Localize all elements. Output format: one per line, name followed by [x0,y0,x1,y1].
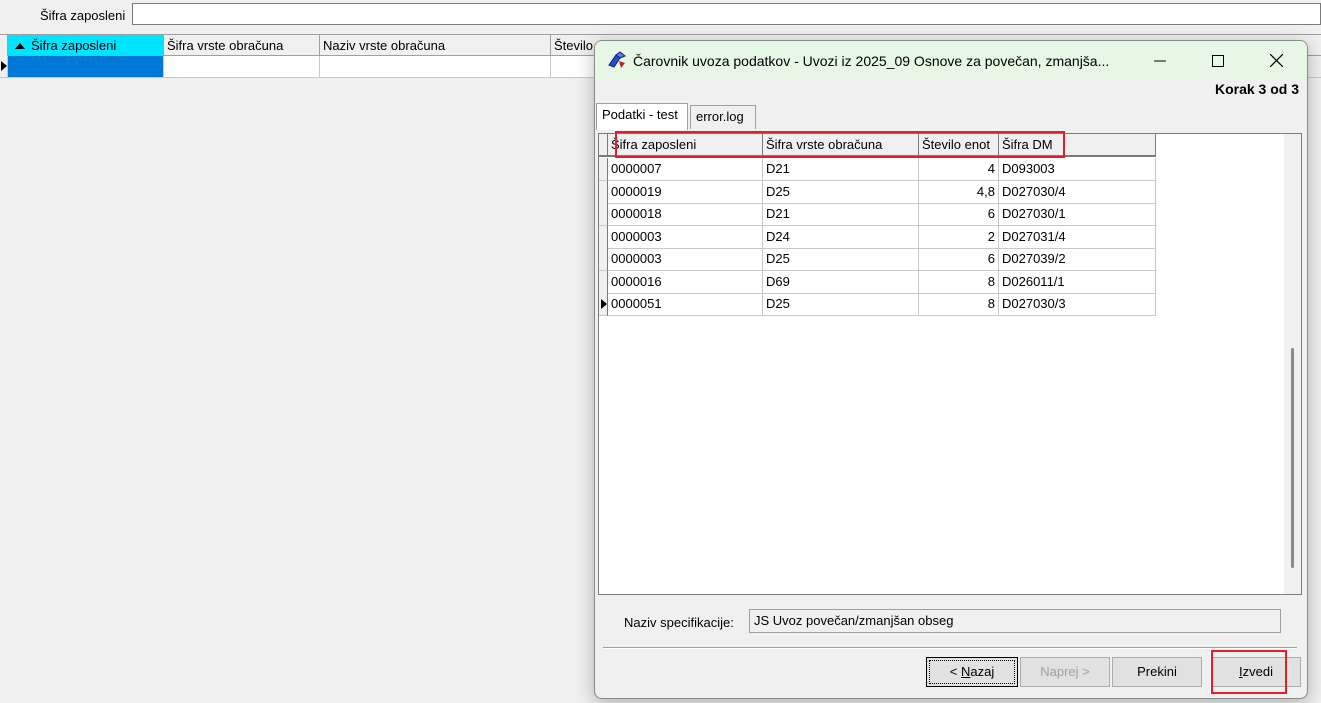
back-button[interactable]: < Nazaj [926,657,1018,687]
table-cell[interactable]: D027039/2 [999,248,1156,271]
dialog-titlebar[interactable]: Čarovnik uvoza podatkov - Uvozi iz 2025_… [595,41,1307,80]
table-cell[interactable] [320,56,551,77]
row-pointer-icon [1,61,7,71]
table-cell[interactable]: D24 [763,225,919,249]
table-cell[interactable]: 0000007 [608,158,763,181]
table-cell[interactable]: 0000003 [608,248,763,271]
row-indicator [599,248,608,271]
table-cell[interactable]: D21 [763,203,919,226]
table-cell[interactable]: D25 [763,293,919,316]
close-button[interactable] [1247,41,1305,80]
sort-ascending-icon [15,43,25,50]
data-preview-panel: Šifra zaposleni Šifra vrste obračuna Šte… [598,133,1302,595]
dialog-title: Čarovnik uvoza podatkov - Uvozi iz 2025_… [633,53,1110,69]
table-row[interactable]: 0000051 D25 8 D027030/3 [599,293,1156,316]
column-header-naziv-vrste-obracuna[interactable]: Naziv vrste obračuna [320,35,551,56]
table-cell[interactable]: 0000019 [608,180,763,204]
table-row[interactable]: 0000016 D69 8 D026011/1 [599,270,1156,294]
specification-label: Naziv specifikacije: [624,615,734,630]
tab-podatki-test[interactable]: Podatki - test [596,103,688,130]
table-cell[interactable] [164,56,320,77]
minimize-button[interactable] [1131,41,1189,80]
table-cell[interactable]: D027030/4 [999,180,1156,204]
table-cell[interactable]: D027030/1 [999,203,1156,226]
button-separator [603,647,1297,649]
highlight-run-button-annotation [1211,650,1287,694]
table-row[interactable]: 0000003 D24 2 D027031/4 [599,225,1156,249]
table-cell[interactable]: D69 [763,270,919,294]
table-cell[interactable]: 6 [919,248,999,271]
highlight-columns-annotation [615,131,1065,158]
table-cell[interactable]: 0000051 [608,293,763,316]
row-indicator [599,225,608,249]
table-cell[interactable]: D093003 [999,158,1156,181]
maximize-button[interactable] [1189,41,1247,80]
wizard-step-indicator: Korak 3 od 3 [1214,81,1299,97]
table-row[interactable]: 0000018 D21 6 D027030/1 [599,203,1156,226]
vertical-scrollbar[interactable] [1284,134,1301,594]
table-cell[interactable]: D25 [763,248,919,271]
table-cell[interactable]: D25 [763,180,919,204]
specification-name-field: JS Uvoz povečan/zmanjšan obseg [749,609,1281,633]
table-cell[interactable]: 4,8 [919,180,999,204]
tab-error-log[interactable]: error.log [690,105,756,129]
filter-input[interactable] [132,3,1321,25]
table-cell[interactable]: 8 [919,293,999,316]
table-cell[interactable]: D026011/1 [999,270,1156,294]
column-header-sifra-vrste-obracuna[interactable]: Šifra vrste obračuna [164,35,320,56]
table-cell[interactable]: 4 [919,158,999,181]
table-cell[interactable]: 0000003 [608,225,763,249]
table-row[interactable]: 0000003 D25 6 D027039/2 [599,248,1156,271]
table-cell[interactable]: 2 [919,225,999,249]
table-cell[interactable]: D027030/3 [999,293,1156,316]
maximize-icon [1212,54,1224,67]
row-indicator [599,158,608,181]
filter-label: Šifra zaposleni [40,8,126,23]
table-cell[interactable]: D21 [763,158,919,181]
row-pointer-icon [601,299,607,309]
minimize-icon [1154,60,1166,61]
next-button[interactable]: Naprej > [1020,657,1110,687]
table-row[interactable]: 0000007 D21 4 D093003 [599,158,1156,181]
row-indicator [599,180,608,204]
row-indicator [599,203,608,226]
row-indicator [599,270,608,294]
row-indicator [599,293,608,316]
table-cell[interactable]: 0000016 [608,270,763,294]
row-indicator-header [599,134,608,157]
column-header-sifra-zaposleni[interactable]: Šifra zaposleni [8,35,164,56]
table-cell[interactable]: 0000018 [608,203,763,226]
focus-rectangle [929,660,1015,684]
close-icon [1269,54,1283,67]
table-cell-selected[interactable] [8,56,164,77]
table-cell[interactable]: D027031/4 [999,225,1156,249]
cancel-button[interactable]: Prekini [1112,657,1202,687]
row-indicator [0,56,8,77]
table-cell[interactable]: 8 [919,270,999,294]
table-cell[interactable]: 6 [919,203,999,226]
table-row[interactable]: 0000019 D25 4,8 D027030/4 [599,180,1156,204]
wizard-app-icon [608,51,626,68]
scrollbar-thumb[interactable] [1291,348,1294,568]
row-indicator-header [0,35,8,56]
